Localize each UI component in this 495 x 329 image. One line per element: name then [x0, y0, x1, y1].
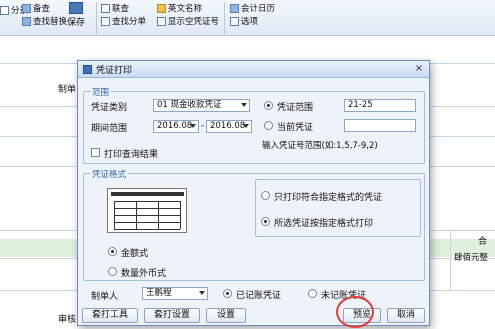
only-format-label: 只打印符合指定格式的凭证: [274, 193, 383, 203]
format-option-box: 只打印符合指定格式的凭证 所选凭证按指定格式打印: [255, 179, 421, 237]
all-format-label: 所选凭证按指定格式打印: [274, 219, 374, 229]
chevron-down-icon: [241, 103, 247, 107]
period-separator: -: [201, 121, 205, 131]
find-voucher-label: 查找分单: [112, 17, 147, 27]
find-voucher-button[interactable]: 查找分单: [101, 15, 146, 27]
preview-grid-line: [180, 201, 181, 229]
current-voucher-input[interactable]: [344, 119, 416, 132]
posted-radio[interactable]: [223, 289, 232, 298]
preview-grid-line: [136, 201, 137, 229]
foreign-style-label: 数量外币式: [121, 269, 167, 279]
format-preview-image: [107, 188, 187, 233]
template-tool-button[interactable]: 套打工具: [82, 308, 138, 323]
toolbar-divider: [224, 2, 225, 34]
current-voucher-radio[interactable]: [264, 121, 273, 130]
english-name-label: 英文名称: [168, 4, 203, 14]
preview-header-bar: [111, 192, 184, 196]
ribbon-toolbar: 分录 备查 查找替换 保存 联查 查找分单 英文名称 显示空凭证号 会计日历 选…: [0, 0, 495, 36]
save-disk-icon: [69, 2, 83, 14]
audit-button[interactable]: 备查: [22, 2, 50, 14]
english-name-button[interactable]: 英文名称: [157, 2, 202, 14]
current-voucher-label: 当前凭证: [277, 123, 314, 133]
period-label: 期间范围: [91, 124, 128, 134]
preview-grid-line: [114, 201, 115, 229]
maker-value: 王鹏程: [146, 288, 172, 298]
calendar-icon: [230, 3, 239, 13]
chevron-down-icon: [190, 124, 196, 128]
maker-background-label: 制单: [58, 85, 77, 95]
category-icon: [0, 5, 9, 15]
preview-grid-line: [114, 215, 180, 216]
print-query-checkbox[interactable]: [91, 148, 100, 157]
toolbar-divider: [96, 2, 97, 34]
close-icon[interactable]: ×: [413, 64, 425, 75]
period-from-select[interactable]: 2016.08: [153, 120, 199, 133]
find-voucher-icon: [101, 16, 110, 26]
voucher-type-select[interactable]: 01 现金收款凭证: [153, 99, 250, 112]
posted-label: 已记账凭证: [236, 291, 282, 301]
combine-label: 合: [478, 237, 488, 247]
chevron-down-icon: [199, 291, 205, 295]
range-group-title: 范围: [90, 86, 112, 98]
template-settings-button[interactable]: 套打设置: [144, 308, 200, 323]
maker-label: 制单人: [91, 292, 119, 302]
show-empty-button[interactable]: 显示空凭证号: [157, 15, 219, 27]
voucher-type-value: 01 现金收款凭证: [157, 100, 222, 110]
divider: [450, 230, 451, 290]
amount-in-words: 肆佰元整: [454, 253, 489, 263]
accounting-calendar-button[interactable]: 会计日历: [230, 2, 275, 14]
find-replace-icon: [22, 16, 31, 26]
print-query-label: 打印查询结果: [104, 150, 159, 160]
voucher-range-input[interactable]: 21-25: [344, 99, 416, 112]
find-replace-button[interactable]: 查找替换: [22, 15, 67, 27]
voucher-print-dialog: 凭证打印 × 范围 凭证类别 01 现金收款凭证 期间范围 2016.08 - …: [77, 60, 430, 326]
show-empty-label: 显示空凭证号: [168, 17, 220, 27]
preview-grid-line: [114, 201, 180, 202]
dialog-title: 凭证打印: [96, 65, 133, 76]
link-query-button[interactable]: 联查: [101, 2, 129, 14]
format-group-title: 凭证格式: [90, 168, 129, 180]
auditor-label: 审核: [58, 315, 77, 325]
preview-grid-line: [114, 222, 180, 223]
options-button[interactable]: 选项: [230, 15, 258, 27]
period-from-value: 2016.08: [157, 121, 193, 131]
settings-button[interactable]: 设置: [206, 308, 246, 323]
foreign-style-radio[interactable]: [108, 267, 117, 276]
english-name-icon: [157, 3, 166, 13]
preview-grid-line: [114, 208, 180, 209]
cancel-button[interactable]: 取消: [387, 308, 425, 323]
range-group: 范围 凭证类别 01 现金收款凭证 期间范围 2016.08 - 2016.08…: [83, 86, 425, 164]
find-replace-label: 查找替换: [33, 17, 68, 27]
period-to-value: 2016.08: [210, 121, 246, 131]
accounting-calendar-label: 会计日历: [241, 4, 276, 14]
voucher-range-value: 21-25: [348, 100, 373, 110]
show-empty-icon: [157, 16, 166, 26]
save-label: 保存: [66, 18, 85, 28]
maker-select[interactable]: 王鹏程: [142, 287, 208, 300]
voucher-type-label: 凭证类别: [91, 103, 128, 113]
voucher-range-label: 凭证范围: [277, 103, 314, 113]
chevron-down-icon: [243, 124, 249, 128]
amount-style-radio[interactable]: [108, 247, 117, 256]
audit-label: 备查: [33, 4, 51, 14]
range-hint: 输入凭证号范围(如:1,5,7-9,2): [262, 141, 378, 151]
options-icon: [230, 16, 239, 26]
print-icon: [83, 64, 92, 74]
link-query-label: 联查: [112, 4, 130, 14]
audit-icon: [22, 3, 31, 13]
highlight-circle: [336, 296, 374, 328]
link-query-icon: [101, 3, 110, 13]
period-to-select[interactable]: 2016.08: [206, 120, 252, 133]
dialog-titlebar[interactable]: 凭证打印: [78, 61, 429, 78]
save-button[interactable]: 保存: [64, 2, 88, 32]
preview-grid-line: [158, 201, 159, 229]
options-label: 选项: [241, 17, 259, 27]
voucher-range-radio[interactable]: [264, 101, 273, 110]
only-format-radio[interactable]: [261, 191, 270, 200]
all-format-radio[interactable]: [261, 217, 270, 226]
unposted-radio[interactable]: [308, 289, 317, 298]
preview-grid-line: [114, 229, 180, 230]
amount-style-label: 金额式: [121, 249, 149, 259]
